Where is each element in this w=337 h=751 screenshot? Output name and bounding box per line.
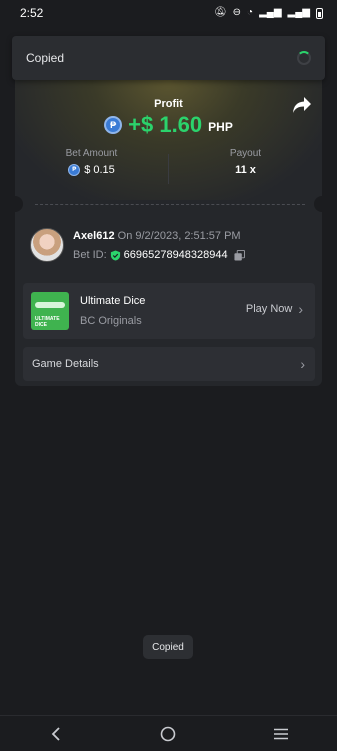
share-icon[interactable] xyxy=(292,96,312,114)
game-thumbnail: ULTIMATE DICE xyxy=(31,292,69,330)
bet-timestamp: On 9/2/2023, 2:51:57 PM xyxy=(117,230,241,242)
bet-amount-block: Bet Amount ₱ $ 0.15 xyxy=(15,148,168,190)
recents-button[interactable] xyxy=(261,719,301,749)
bet-id-line: Bet ID: 66965278948328944 xyxy=(73,249,245,261)
thumbnail-text: ULTIMATE DICE xyxy=(35,316,60,328)
battery-icon xyxy=(316,7,323,19)
bet-details-card: Profit ₱ +$ 1.60 PHP Bet Amount ₱ $ 0.15… xyxy=(15,80,322,386)
player-info: Axel612 On 9/2/2023, 2:51:57 PM Bet ID: … xyxy=(30,228,315,268)
ticket-divider xyxy=(35,204,305,205)
profit-row: ₱ +$ 1.60 PHP xyxy=(15,112,322,138)
system-nav-bar xyxy=(0,715,337,751)
status-time: 2:52 xyxy=(20,6,44,20)
bet-id-label: Bet ID: xyxy=(73,249,107,261)
game-details-label: Game Details xyxy=(32,358,99,370)
toast-top-label: Copied xyxy=(26,51,65,65)
bet-stats: Bet Amount ₱ $ 0.15 Payout 11 x xyxy=(15,148,322,190)
player-name[interactable]: Axel612 xyxy=(73,230,115,242)
ticket-notch-right xyxy=(314,196,322,212)
home-button[interactable] xyxy=(148,719,188,749)
back-icon xyxy=(51,726,60,741)
payout-label: Payout xyxy=(229,148,262,159)
profit-currency: PHP xyxy=(208,120,233,134)
copied-toast-bottom: Copied xyxy=(143,635,193,659)
profit-label: Profit xyxy=(154,98,183,110)
signal-icon: ▂▄▆ xyxy=(259,7,282,18)
game-details-row[interactable]: Game Details › xyxy=(23,347,315,381)
bet-id-value: 66965278948328944 xyxy=(123,249,228,261)
profit-value: +$ 1.60 xyxy=(128,112,203,137)
bet-amount-label: Bet Amount xyxy=(65,148,118,159)
payout-block: Payout 11 x xyxy=(169,148,322,190)
payout-value: 11 x xyxy=(235,164,256,176)
dnd-icon: ⊖ xyxy=(232,7,242,18)
game-link-row[interactable]: ULTIMATE DICE Ultimate Dice BC Originals… xyxy=(23,283,315,339)
shield-check-icon xyxy=(110,249,120,261)
play-now-button[interactable]: Play Now › xyxy=(245,300,303,317)
toast-bottom-label: Copied xyxy=(152,641,184,653)
peso-coin-icon: ₱ xyxy=(104,116,123,134)
menu-icon xyxy=(273,728,288,739)
chevron-right-icon: › xyxy=(298,300,303,317)
copied-toast-top: Copied xyxy=(12,36,325,80)
back-button[interactable] xyxy=(36,719,76,749)
loading-spinner-icon xyxy=(297,51,311,65)
bet-amount-row: ₱ $ 0.15 xyxy=(15,164,168,176)
game-subtitle: BC Originals xyxy=(80,315,142,327)
avatar[interactable] xyxy=(30,228,64,262)
chevron-right-icon-details: › xyxy=(300,355,305,372)
wifi-icon: ◔ xyxy=(247,7,254,18)
status-icons: 🔕︎ ⊖ ◔ ▂▄▆ ▂▄▆ xyxy=(213,7,323,19)
status-bar: 2:52 🔕︎ ⊖ ◔ ▂▄▆ ▂▄▆ xyxy=(0,0,337,26)
play-now-label: Play Now xyxy=(245,303,293,315)
signal-icon-2: ▂▄▆ xyxy=(287,7,310,18)
copy-icon[interactable] xyxy=(234,249,245,261)
game-title: Ultimate Dice xyxy=(80,295,146,307)
home-icon xyxy=(161,726,176,741)
player-line: Axel612 On 9/2/2023, 2:51:57 PM xyxy=(73,230,241,242)
peso-coin-icon-small: ₱ xyxy=(68,164,81,176)
mute-icon: 🔕︎ xyxy=(213,7,227,18)
bet-amount-value: $ 0.15 xyxy=(84,164,115,176)
thumbnail-bar xyxy=(35,302,65,308)
